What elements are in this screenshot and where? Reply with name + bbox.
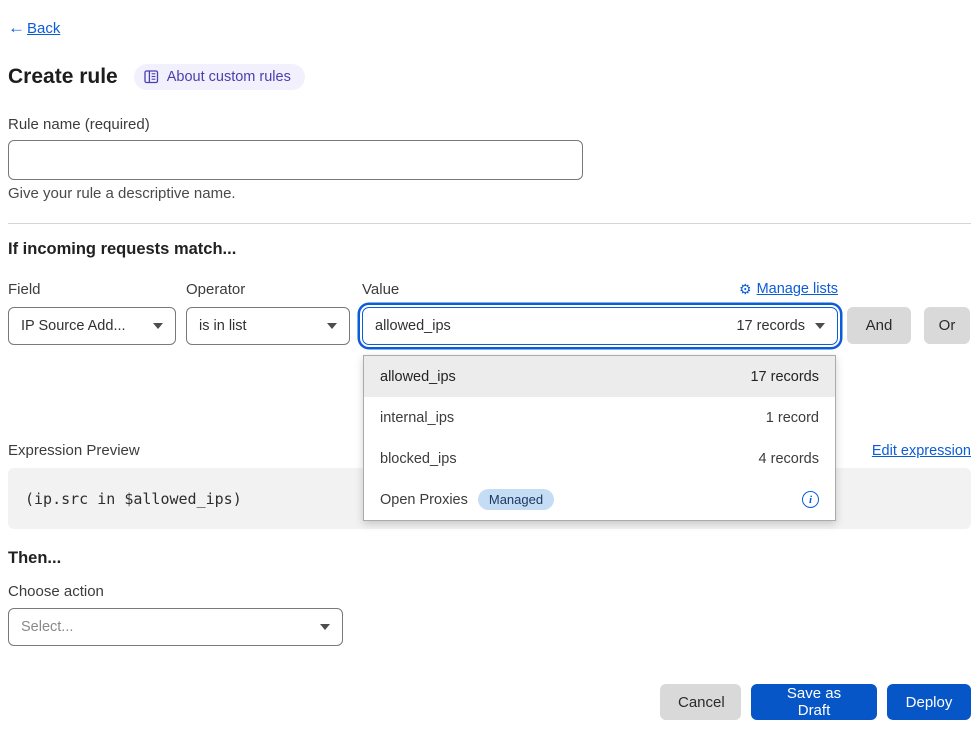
or-button[interactable]: Or xyxy=(924,307,970,344)
field-label: Field xyxy=(8,281,41,298)
expression-code: (ip.src in $allowed_ips) xyxy=(25,490,242,508)
list-option-allowed-ips[interactable]: allowed_ips 17 records xyxy=(364,356,835,397)
deploy-button[interactable]: Deploy xyxy=(887,684,971,720)
list-option-count: 4 records xyxy=(759,451,819,467)
page-title: Create rule xyxy=(8,65,118,89)
about-badge-label: About custom rules xyxy=(167,69,291,85)
action-select-placeholder: Select... xyxy=(21,619,310,635)
list-option-name: Open Proxies xyxy=(380,492,468,508)
back-link[interactable]: ← Back xyxy=(8,18,971,38)
match-section-heading: If incoming requests match... xyxy=(8,240,971,259)
list-dropdown-panel: allowed_ips 17 records internal_ips 1 re… xyxy=(363,355,836,521)
value-select-count: 17 records xyxy=(736,318,805,334)
list-option-open-proxies[interactable]: Open Proxies Managed i xyxy=(364,479,835,520)
info-icon[interactable]: i xyxy=(802,491,819,508)
operator-label: Operator xyxy=(186,281,245,298)
value-select[interactable]: allowed_ips 17 records xyxy=(362,307,838,345)
book-icon xyxy=(144,70,159,84)
field-select-value: IP Source Add... xyxy=(21,318,143,334)
create-rule-page: ← Back Create rule About custom rules Ru… xyxy=(0,0,979,739)
expression-preview-label: Expression Preview xyxy=(8,442,140,459)
operator-select-value: is in list xyxy=(199,318,317,334)
rule-name-input[interactable] xyxy=(8,140,583,180)
list-option-name: allowed_ips xyxy=(380,369,456,385)
list-option-blocked-ips[interactable]: blocked_ips 4 records xyxy=(364,438,835,479)
choose-action-label: Choose action xyxy=(8,583,971,600)
cancel-button[interactable]: Cancel xyxy=(660,684,741,720)
back-arrow-icon: ← xyxy=(8,18,25,38)
list-option-internal-ips[interactable]: internal_ips 1 record xyxy=(364,397,835,438)
manage-lists-link[interactable]: ⚙ Manage lists xyxy=(739,281,838,298)
field-select[interactable]: IP Source Add... xyxy=(8,307,176,345)
gear-icon: ⚙ xyxy=(739,281,752,298)
then-section-heading: Then... xyxy=(8,549,971,568)
chevron-down-icon xyxy=(327,323,337,329)
save-as-draft-button[interactable]: Save as Draft xyxy=(751,684,877,720)
about-custom-rules-badge[interactable]: About custom rules xyxy=(134,64,305,90)
list-option-count: 1 record xyxy=(766,410,819,426)
back-link-label[interactable]: Back xyxy=(27,20,60,37)
and-button[interactable]: And xyxy=(847,307,911,344)
chevron-down-icon xyxy=(815,323,825,329)
rule-name-helper-text: Give your rule a descriptive name. xyxy=(8,185,971,202)
action-select[interactable]: Select... xyxy=(8,608,343,646)
list-option-name: blocked_ips xyxy=(380,451,457,467)
edit-expression-link[interactable]: Edit expression xyxy=(872,443,971,459)
managed-badge: Managed xyxy=(478,489,554,510)
list-option-count: 17 records xyxy=(750,369,819,385)
value-select-name: allowed_ips xyxy=(375,318,451,334)
footer-actions: Cancel Save as Draft Deploy xyxy=(0,684,971,720)
manage-lists-label[interactable]: Manage lists xyxy=(757,281,838,297)
list-option-name: internal_ips xyxy=(380,410,454,426)
match-condition-row: Field IP Source Add... Operator is in li… xyxy=(8,279,971,345)
chevron-down-icon xyxy=(320,624,330,630)
chevron-down-icon xyxy=(153,323,163,329)
value-label: Value xyxy=(362,281,399,298)
rule-name-label: Rule name (required) xyxy=(8,116,971,133)
section-divider xyxy=(8,223,971,224)
operator-select[interactable]: is in list xyxy=(186,307,350,345)
title-row: Create rule About custom rules xyxy=(8,64,971,90)
